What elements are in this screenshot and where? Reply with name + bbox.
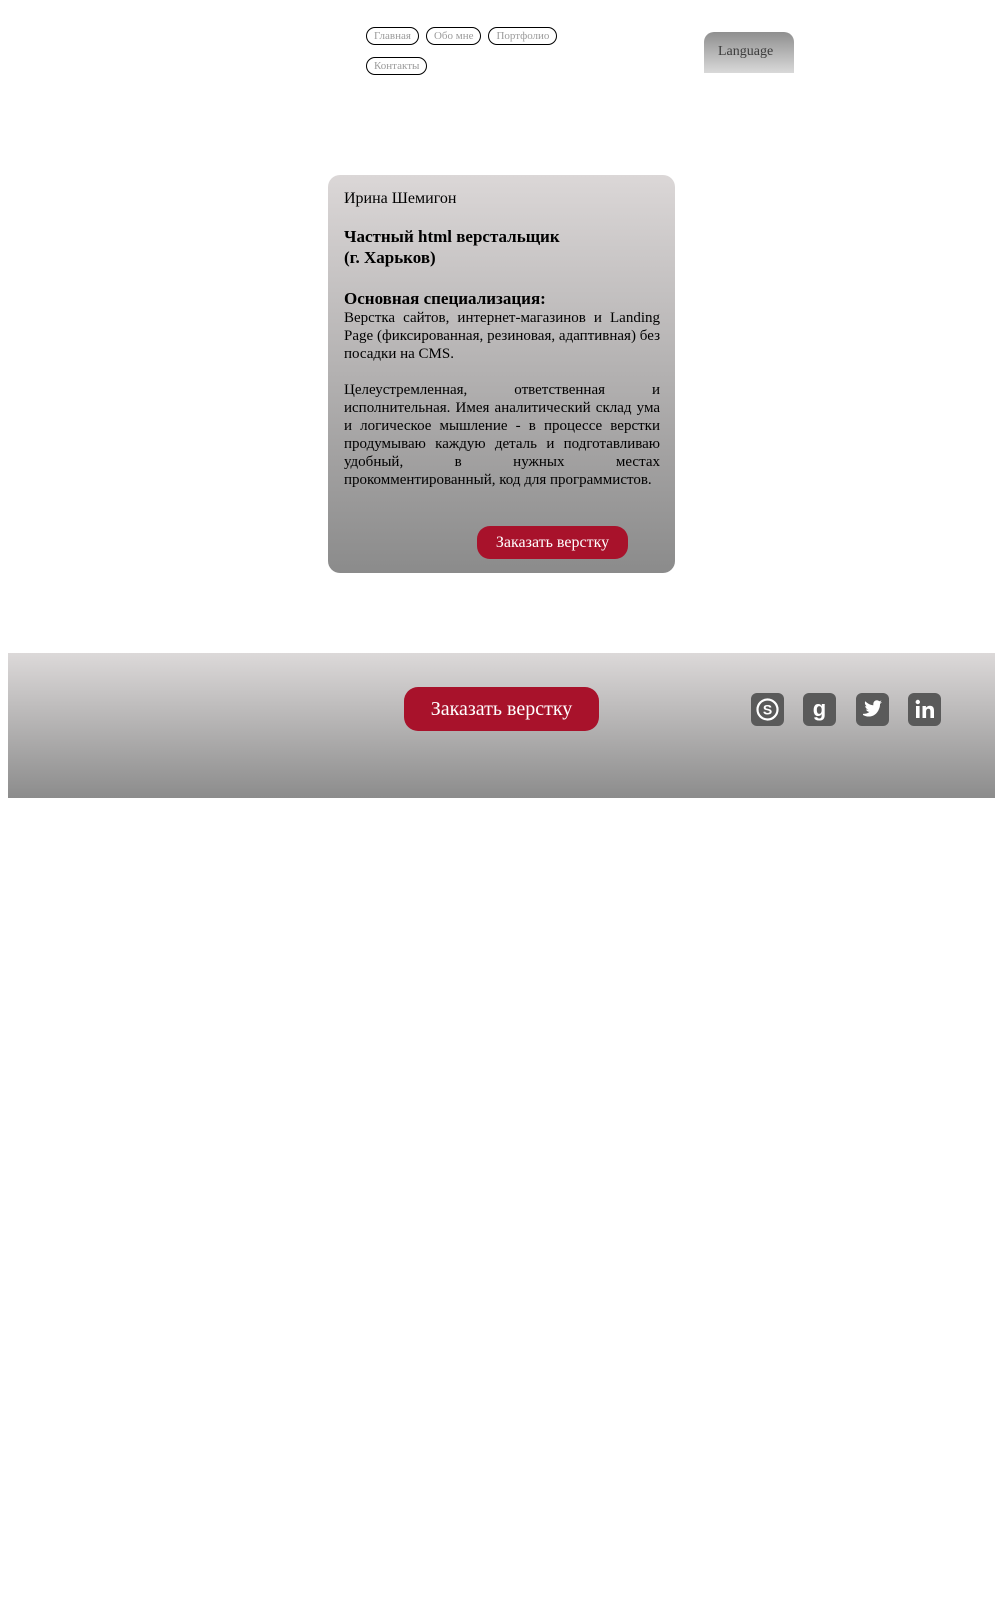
nav-item-about[interactable]: Обо мне xyxy=(425,27,482,45)
person-name: Ирина Шемигон xyxy=(344,190,457,207)
intro-card: Ирина Шемигон Частный html верстальщик (… xyxy=(328,175,675,573)
nav-item-portfolio[interactable]: Портфолио xyxy=(488,27,558,45)
linkedin-icon[interactable] xyxy=(908,693,941,726)
main-nav: Главная Обо мне Портфолио Контакты xyxy=(366,27,586,75)
nav-item-contacts[interactable]: Контакты xyxy=(366,57,428,75)
nav-item-home[interactable]: Главная xyxy=(366,27,419,45)
specialization-heading: Основная специализация: xyxy=(344,289,546,308)
about-text: Целеустремленная, ответственная и исполн… xyxy=(344,382,660,488)
language-button[interactable]: Language xyxy=(704,32,794,73)
order-button[interactable]: Заказать верстку xyxy=(477,526,628,559)
footer: Заказать верстку S g xyxy=(8,653,995,798)
job-location: (г. Харьков) xyxy=(344,248,436,267)
specialization-text: Верстка сайтов, интернет-магазинов и Lan… xyxy=(344,310,660,362)
job-title-line: Частный html верстальщик xyxy=(344,227,560,246)
svg-text:g: g xyxy=(813,696,826,721)
skype-icon[interactable]: S xyxy=(751,693,784,726)
job-title: Частный html верстальщик (г. Харьков) xyxy=(344,226,660,268)
twitter-icon[interactable] xyxy=(856,693,889,726)
svg-text:S: S xyxy=(763,702,772,718)
footer-order-button[interactable]: Заказать верстку xyxy=(404,687,599,731)
google-icon[interactable]: g xyxy=(803,693,836,726)
